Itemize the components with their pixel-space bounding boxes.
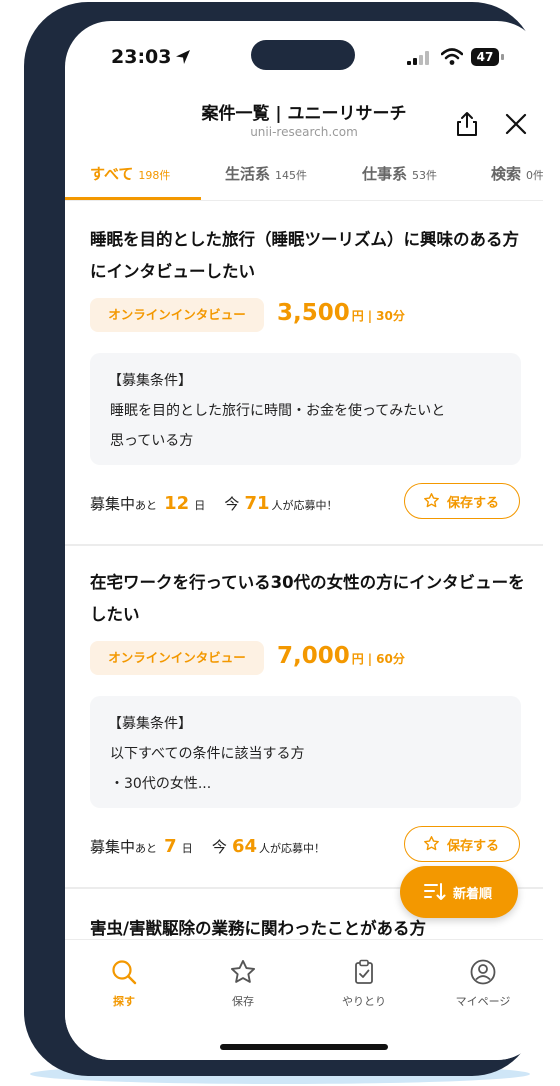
share-icon[interactable] — [455, 111, 479, 137]
save-button[interactable]: 保存する — [404, 826, 520, 862]
condition-line: ・30代の女性... — [110, 776, 212, 792]
category-tabs: すべて 198件 生活系 145件 仕事系 53件 検索 0件 — [65, 153, 543, 201]
bottom-navigation: 探す 保存 やりとり マイページ — [65, 939, 543, 1060]
wifi-icon — [441, 48, 463, 65]
sort-button[interactable]: 新着順 — [400, 866, 518, 918]
sort-icon — [424, 883, 446, 900]
conditions-heading: 【募集条件】 — [108, 716, 192, 732]
search-icon — [112, 960, 137, 985]
nav-item-messages[interactable]: やりとり — [319, 958, 409, 1009]
tab-search[interactable]: 検索 0件 — [491, 163, 543, 184]
tab-lifestyle[interactable]: 生活系 145件 — [225, 163, 307, 184]
job-card[interactable]: 睡眠を目的とした旅行（睡眠ツーリズム）に興味のある方にインタビューしたい オンラ… — [65, 201, 543, 546]
close-icon[interactable] — [505, 113, 527, 135]
star-icon — [424, 836, 439, 851]
conditions-box: 【募集条件】 睡眠を目的とした旅行に時間・お金を使ってみたいと 思っている方 — [90, 353, 521, 465]
clipboard-check-icon — [355, 959, 373, 984]
tab-all[interactable]: すべて 198件 — [90, 163, 170, 184]
condition-line: 思っている方 — [110, 433, 194, 449]
battery-icon: 47 — [471, 48, 505, 66]
tab-work[interactable]: 仕事系 53件 — [362, 163, 437, 184]
phone-frame: 23:03 47 案件一覧 | ユニーリサーチ unii-research.co… — [24, 2, 543, 1076]
save-button[interactable]: 保存する — [404, 483, 520, 519]
dynamic-island — [251, 40, 355, 70]
reward: 7,000 円 | 60分 — [277, 643, 405, 669]
user-icon — [470, 959, 496, 985]
battery-level: 47 — [471, 48, 499, 66]
conditions-heading: 【募集条件】 — [108, 373, 192, 389]
browser-header: 案件一覧 | ユニーリサーチ unii-research.com — [65, 85, 543, 145]
job-title[interactable]: 睡眠を目的とした旅行（睡眠ツーリズム）に興味のある方にインタビューしたい — [90, 224, 525, 288]
home-indicator — [220, 1044, 388, 1050]
conditions-box: 【募集条件】 以下すべての条件に該当する方 ・30代の女性... — [90, 696, 521, 808]
active-tab-indicator — [65, 197, 201, 200]
signal-icon — [407, 51, 429, 65]
interview-type-badge: オンラインインタビュー — [90, 641, 264, 675]
status-time: 23:03 — [111, 46, 172, 68]
interview-type-badge: オンラインインタビュー — [90, 298, 264, 332]
job-card[interactable]: 在宅ワークを行っている30代の女性の方にインタビューをしたい オンラインインタビ… — [65, 544, 543, 889]
condition-line: 睡眠を目的とした旅行に時間・お金を使ってみたいと — [110, 403, 446, 419]
screen: 23:03 47 案件一覧 | ユニーリサーチ unii-research.co… — [65, 21, 543, 1060]
location-arrow-icon — [176, 50, 190, 64]
recruit-status: 募集中あと 12 日 今 71 人が応募中！ — [90, 493, 338, 514]
nav-item-search[interactable]: 探す — [79, 958, 169, 1009]
reward: 3,500 円 | 30分 — [277, 300, 405, 326]
nav-item-mypage[interactable]: マイページ — [438, 958, 528, 1009]
job-title[interactable]: 在宅ワークを行っている30代の女性の方にインタビューをしたい — [90, 567, 525, 631]
recruit-status: 募集中あと 7 日 今 64 人が応募中！ — [90, 836, 325, 857]
star-icon — [424, 493, 439, 508]
condition-line: 以下すべての条件に該当する方 — [110, 746, 305, 762]
job-title[interactable]: 害虫/害獣駆除の業務に関わったことがある方 — [90, 915, 426, 939]
nav-item-saved[interactable]: 保存 — [198, 958, 288, 1009]
status-bar: 23:03 47 — [65, 21, 543, 81]
star-icon — [230, 959, 256, 983]
